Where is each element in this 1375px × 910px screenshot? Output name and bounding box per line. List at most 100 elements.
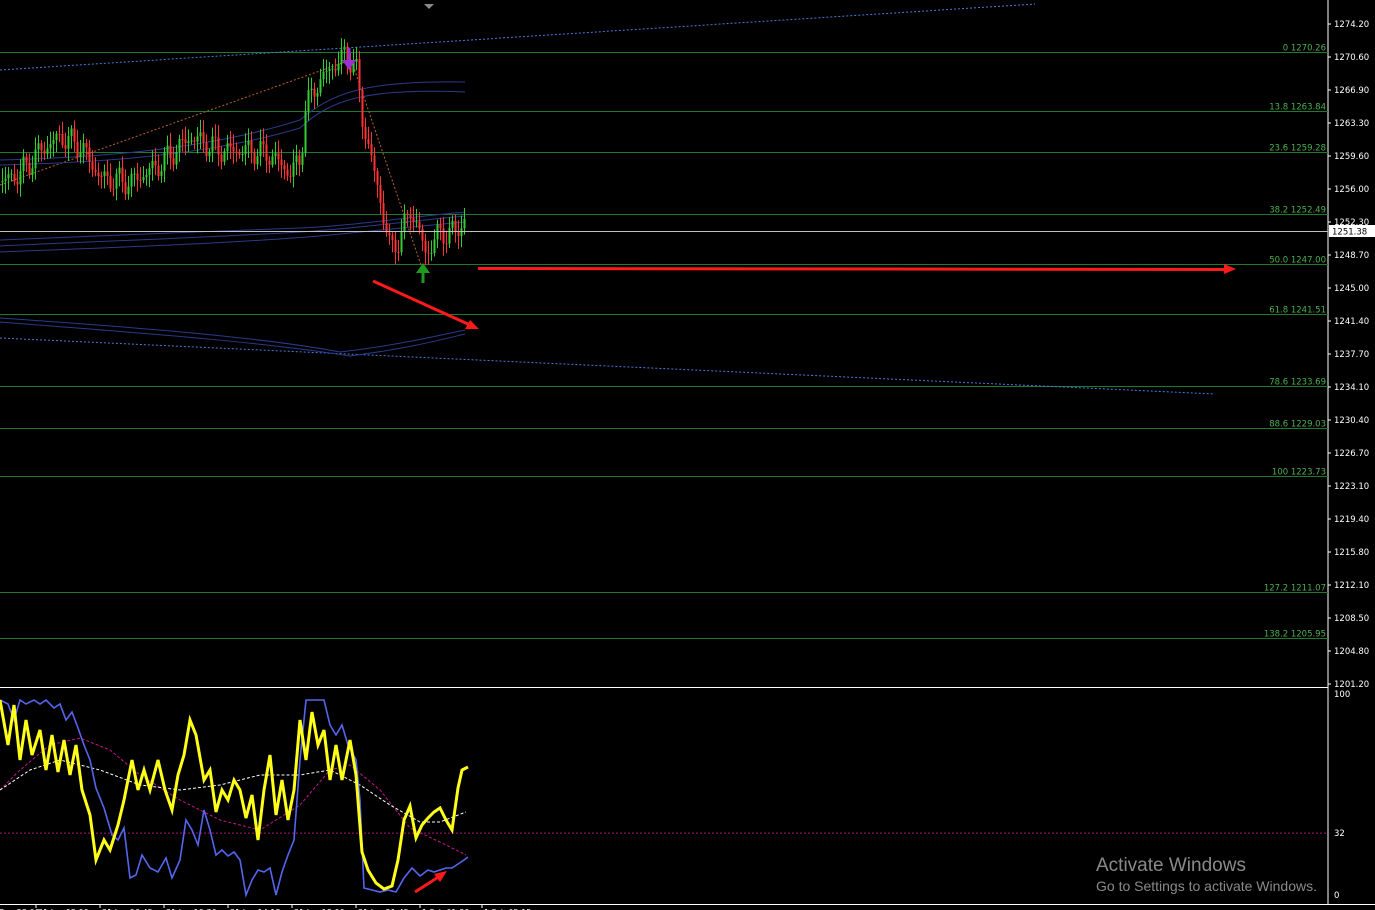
divergence-arrow[interactable] — [414, 874, 441, 894]
candle-body — [34, 149, 37, 169]
price-tick-label: 1237.70 — [1334, 350, 1369, 360]
fib-level-label: 88.6 1229.03 — [1269, 420, 1326, 430]
windows-activation-watermark: Activate Windows Go to Settings to activ… — [1096, 855, 1317, 895]
candle-body — [214, 136, 217, 138]
candle-body — [328, 68, 331, 71]
candle-body — [154, 160, 157, 166]
price-tick-label: 1219.40 — [1334, 515, 1369, 525]
current-price-label: 1251.38 — [1332, 228, 1367, 238]
candle-body — [397, 252, 400, 254]
price-tick-label: 1245.00 — [1334, 284, 1369, 294]
candle-body — [337, 64, 340, 71]
candle-body — [331, 68, 334, 70]
candle-body — [112, 188, 115, 190]
candle-body — [262, 141, 265, 145]
candle-body — [370, 144, 373, 156]
candle-body — [367, 139, 370, 145]
candle-body — [445, 243, 448, 245]
candle-body — [142, 177, 145, 180]
candle-body — [307, 90, 310, 112]
candle-body — [379, 185, 382, 203]
candle-body — [4, 178, 7, 181]
candle-body — [247, 140, 250, 146]
candle-body — [175, 152, 178, 165]
candle-body — [223, 151, 226, 162]
candle-body — [52, 140, 55, 145]
candle-body — [460, 228, 463, 237]
candle-body — [280, 159, 283, 166]
downtrend-arrow[interactable] — [372, 279, 471, 327]
lower-trend-line[interactable] — [0, 337, 1216, 395]
candle-body — [169, 145, 172, 159]
annotation-arrows[interactable] — [342, 48, 1236, 329]
trend-lines[interactable] — [0, 3, 1216, 395]
candle-body — [145, 174, 148, 178]
candle-body — [61, 133, 64, 146]
candle-body — [133, 173, 136, 175]
oscillator-axis: 100 32 0 — [1334, 690, 1350, 901]
candle-body — [121, 167, 124, 183]
candle-body — [226, 143, 229, 152]
candle-body — [451, 220, 454, 228]
candle-body — [139, 179, 142, 181]
candle-body — [289, 175, 292, 177]
candle-body — [178, 138, 181, 153]
candle-body — [457, 231, 460, 237]
watermark-subtitle: Go to Settings to activate Windows. — [1096, 878, 1317, 894]
candle-body — [199, 132, 202, 137]
price-tick-label: 1241.40 — [1334, 317, 1369, 327]
candle-body — [241, 153, 244, 155]
price-tick-label: 1223.10 — [1334, 482, 1369, 492]
candle-body — [94, 169, 97, 173]
candle-body — [151, 160, 154, 169]
price-axis: 1274.20 1270.60 1266.90 1263.30 1259.60 1256.… — [1328, 20, 1369, 690]
candle-body — [235, 151, 238, 153]
fib-level-label: 38.2 1252.49 — [1269, 206, 1326, 216]
fibonacci-retracement[interactable]: 0 1270.26 13.8 1263.84 23.6 1259.28 38.2 12… — [0, 44, 1328, 640]
fib-level-label: 138.2 1205.95 — [1264, 630, 1326, 640]
candle-body — [31, 168, 34, 175]
candle-body — [355, 58, 358, 62]
candle-body — [91, 161, 94, 170]
candle-body — [313, 88, 316, 97]
candle-body — [271, 156, 274, 165]
scroll-marker-icon[interactable] — [424, 4, 434, 9]
candle-body — [58, 133, 61, 135]
candle-body — [292, 162, 295, 177]
candle-body — [127, 186, 130, 195]
candle-body — [454, 220, 457, 232]
trading-chart[interactable]: 0 1270.26 13.8 1263.84 23.6 1259.28 38.2 12… — [0, 0, 1375, 910]
candle-body — [319, 79, 322, 93]
oscillator-tick-label: 0 — [1334, 891, 1339, 901]
ma-band-line — [0, 317, 466, 353]
candle-body — [334, 68, 337, 71]
candle-body — [28, 162, 31, 175]
candle-body — [46, 148, 49, 154]
candle-body — [388, 232, 391, 236]
candle-body — [325, 70, 328, 72]
price-tick-label: 1212.10 — [1334, 581, 1369, 591]
candle-body — [274, 153, 277, 157]
fib-level-label: 23.6 1259.28 — [1269, 144, 1326, 154]
candle-body — [442, 228, 445, 244]
candle-body — [136, 173, 139, 180]
candle-body — [118, 167, 121, 174]
candle-body — [79, 152, 82, 158]
target-line-arrow[interactable] — [477, 267, 1229, 271]
candle-body — [166, 145, 169, 152]
candle-body — [364, 126, 367, 140]
candle-body — [124, 182, 127, 195]
candle-body — [64, 145, 67, 149]
candle-body — [187, 141, 190, 143]
candle-body — [418, 221, 421, 229]
candle-body — [439, 224, 442, 229]
candle-body — [421, 228, 424, 241]
candle-body — [286, 169, 289, 176]
candle-body — [376, 170, 379, 186]
candle-body — [409, 214, 412, 218]
candle-body — [394, 239, 397, 253]
candle-body — [211, 136, 214, 152]
candle-body — [259, 141, 262, 157]
candle-body — [40, 143, 43, 151]
upper-trend-line[interactable] — [0, 3, 1036, 71]
